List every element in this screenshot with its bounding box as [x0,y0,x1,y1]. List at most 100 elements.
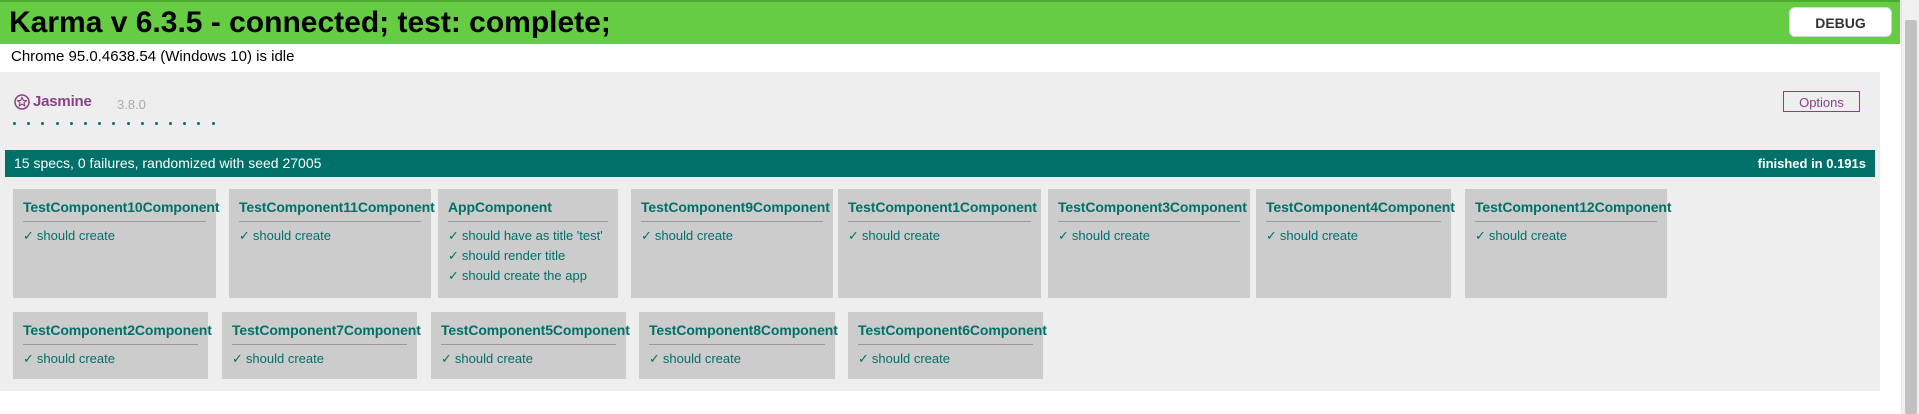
pass-check-icon: ✓ [448,228,459,243]
pass-check-icon: ✓ [23,351,34,366]
karma-status-title: Karma v 6.3.5 - connected; test: complet… [9,6,611,39]
karma-banner: Karma v 6.3.5 - connected; test: complet… [0,0,1900,44]
vertical-scrollbar[interactable] [1901,0,1919,414]
spec-result[interactable]: ✓ should create [23,228,206,244]
spec-description: should create [861,228,940,243]
spec-result[interactable]: ✓ should create [1058,228,1240,244]
spec-description: should create [1071,228,1150,243]
debug-button[interactable]: DEBUG [1789,7,1892,37]
spec-description: should render title [461,248,566,263]
suite-card: TestComponent4Component ✓ should create [1256,189,1455,298]
suite-title-link[interactable]: TestComponent3Component [1058,199,1247,222]
pass-check-icon: ✓ [649,351,660,366]
run-duration: finished in 0.191s [1757,156,1866,171]
spec-passed-dot [197,122,201,125]
suite-card: TestComponent12Component ✓ should create [1465,189,1672,298]
spec-passed-dot [98,122,102,125]
pass-check-icon: ✓ [1266,228,1277,243]
scroll-thumb[interactable] [1905,20,1917,414]
spec-description: should create [245,351,324,366]
suite-card: TestComponent10Component ✓ should create [13,189,220,298]
spec-passed-dot [154,122,158,125]
suite-card: TestComponent6Component ✓ should create [848,312,1047,379]
spec-result[interactable]: ✓ should create [858,351,1033,367]
spec-description: should create [662,351,741,366]
jasmine-version: 3.8.0 [117,97,146,112]
suite-card: TestComponent5Component ✓ should create [431,312,630,379]
pass-check-icon: ✓ [239,228,250,243]
pass-check-icon: ✓ [23,228,34,243]
spec-passed-dot [183,122,187,125]
suite-title-link[interactable]: TestComponent4Component [1266,199,1455,222]
pass-check-icon: ✓ [441,351,452,366]
jasmine-name: Jasmine [33,93,92,110]
suite-title-link[interactable]: TestComponent5Component [441,322,630,345]
suite-title-link[interactable]: TestComponent2Component [23,322,212,345]
spec-passed-dot [13,122,16,125]
suite-title-link[interactable]: TestComponent10Component [23,199,220,222]
suite-card: TestComponent2Component ✓ should create [13,312,212,379]
spec-result[interactable]: ✓ should create [641,228,823,244]
pass-check-icon: ✓ [858,351,869,366]
suite-card: TestComponent7Component ✓ should create [222,312,421,379]
spec-result[interactable]: ✓ should create [232,351,407,367]
spec-description: should create [36,228,115,243]
suite-title-link[interactable]: TestComponent8Component [649,322,838,345]
spec-passed-dot [55,122,59,125]
jasmine-flower-icon [14,93,30,110]
options-button[interactable]: Options [1783,91,1860,112]
spec-passed-dot [112,122,116,125]
pass-check-icon: ✓ [232,351,243,366]
spec-result-dots [13,122,226,125]
spec-passed-dot [211,122,215,125]
suite-title-link[interactable]: TestComponent6Component [858,322,1047,345]
spec-result[interactable]: ✓ should create [441,351,616,367]
jasmine-logo: Jasmine [14,93,92,110]
pass-check-icon: ✓ [848,228,859,243]
suite-title-link[interactable]: TestComponent11Component [239,199,435,222]
pass-check-icon: ✓ [448,248,459,263]
spec-result[interactable]: ✓ should create [1475,228,1657,244]
spec-description: should create [1279,228,1358,243]
spec-passed-dot [126,122,130,125]
spec-result[interactable]: ✓ should create [1266,228,1441,244]
browser-status: Chrome 95.0.4638.54 (Windows 10) is idle [11,48,295,65]
pass-check-icon: ✓ [1058,228,1069,243]
spec-description: should create the app [461,268,587,283]
spec-passed-dot [140,122,144,125]
suite-title-link[interactable]: TestComponent1Component [848,199,1037,222]
suite-card: AppComponent ✓ should have as title 'test'… [438,189,618,298]
spec-passed-dot [69,122,73,125]
suite-card: TestComponent11Component ✓ should create [229,189,435,298]
suite-title-link[interactable]: TestComponent12Component [1475,199,1672,222]
pass-check-icon: ✓ [1475,228,1486,243]
spec-passed-dot [27,122,31,125]
suite-card: TestComponent1Component ✓ should create [838,189,1041,298]
spec-passed-dot [169,122,173,125]
spec-result[interactable]: ✓ should create [239,228,421,244]
suite-title-link[interactable]: TestComponent9Component [641,199,830,222]
spec-passed-dot [41,122,45,125]
spec-description: should create [252,228,331,243]
spec-description: should create [1488,228,1567,243]
results-summary: 15 specs, 0 failures, randomized with se… [14,155,322,171]
spec-result[interactable]: ✓ should create [23,351,198,367]
suite-title-link[interactable]: AppComponent [448,199,608,222]
spec-result[interactable]: ✓ should create the app [448,268,608,284]
suite-card: TestComponent8Component ✓ should create [639,312,838,379]
spec-result[interactable]: ✓ should have as title 'test' [448,228,608,244]
spec-description: should create [36,351,115,366]
results-summary-bar: 15 specs, 0 failures, randomized with se… [5,150,1875,177]
spec-result[interactable]: ✓ should create [649,351,825,367]
suite-card: TestComponent9Component ✓ should create [631,189,833,298]
suite-card: TestComponent3Component ✓ should create [1048,189,1250,298]
suite-title-link[interactable]: TestComponent7Component [232,322,421,345]
pass-check-icon: ✓ [448,268,459,283]
spec-description: should create [654,228,733,243]
spec-result[interactable]: ✓ should render title [448,248,608,264]
pass-check-icon: ✓ [641,228,652,243]
spec-description: should create [454,351,533,366]
spec-result[interactable]: ✓ should create [848,228,1031,244]
spec-passed-dot [83,122,87,125]
spec-description: should have as title 'test' [461,228,603,243]
